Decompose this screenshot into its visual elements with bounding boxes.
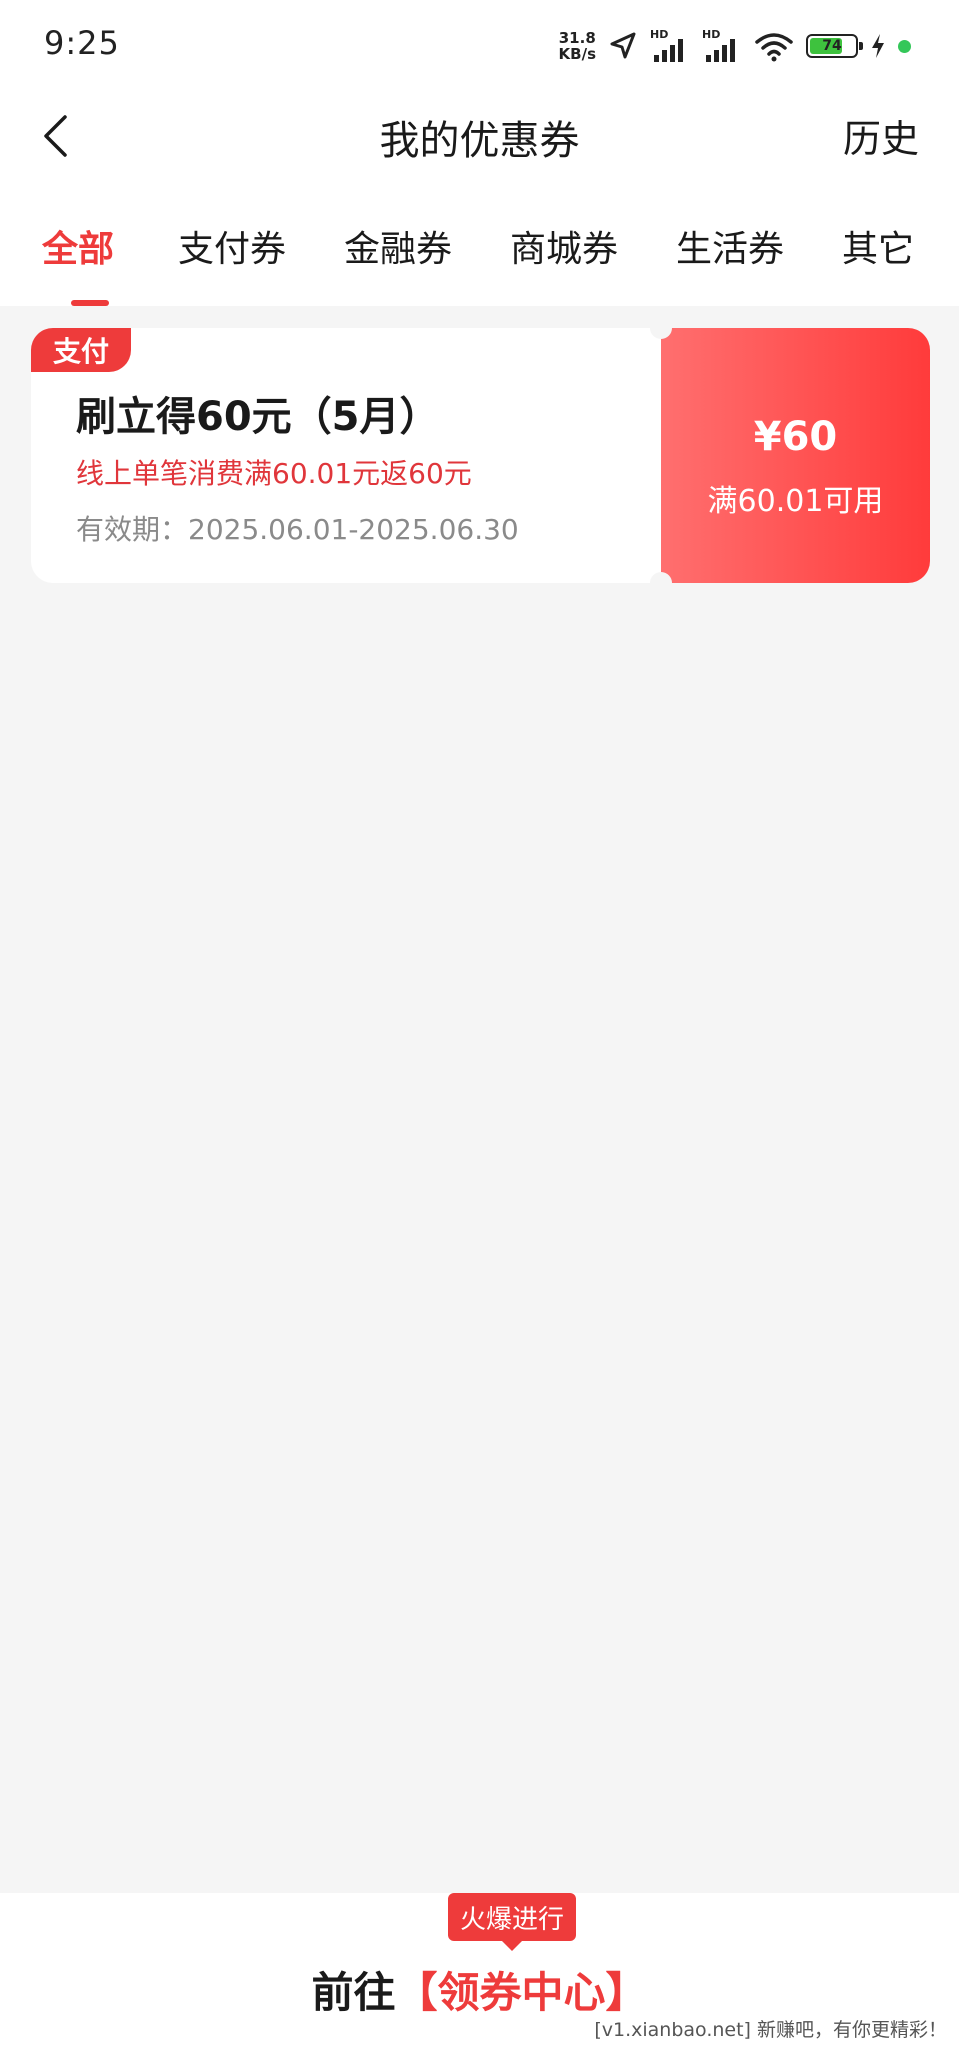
status-bar: 9:25 31.8 KB/s HD HD 74 [0,0,959,90]
chevron-left-icon [44,115,67,157]
history-button[interactable]: 历史 [843,108,919,163]
network-speed-unit: KB/s [558,45,596,63]
coupon-title: 刷立得60元（5月） [76,394,440,440]
tab-payment[interactable]: 支付券 [178,220,286,276]
tab-mall[interactable]: 商城券 [510,220,618,276]
coupon-amount: ¥60 [753,414,838,460]
signal-icon: HD [702,29,742,63]
network-speed: 31.8 KB/s [559,30,596,62]
nav-bar: 我的优惠券 历史 [0,90,959,182]
status-icons: 31.8 KB/s HD HD 74 [559,26,911,66]
bottom-bar: 火爆进行 前往【领券中心】 [v1.xianbao.net] 新赚吧，有你更精彩… [0,1893,959,2048]
wifi-icon [755,33,793,62]
coupon-condition: 满60.01可用 [707,484,884,519]
hot-badge: 火爆进行 [448,1893,576,1951]
battery-icon: 74 [806,34,863,58]
green-dot-icon [898,39,911,53]
battery-level: 74 [822,38,842,54]
charging-bolt-icon [872,34,884,58]
goto-coupon-center-button[interactable]: 前往【领券中心】 [0,1959,959,2020]
coupon-value-panel: ¥60 满60.01可用 [661,328,930,583]
tab-life[interactable]: 生活券 [676,220,784,276]
back-button[interactable] [30,110,82,162]
status-time: 9:25 [44,24,120,62]
coupon-notch [650,317,672,339]
tab-other[interactable]: 其它 [842,220,914,276]
signal-icon: HD [650,29,690,63]
tab-bar: 全部 支付券 金融券 商城券 生活券 其它 [0,182,959,306]
tab-all[interactable]: 全部 [42,220,114,276]
goto-prefix: 前往 [311,1968,396,2017]
coupon-description: 线上单笔消费满60.01元返60元 [76,457,472,490]
coupon-info: 支付 刷立得60元（5月） 线上单笔消费满60.01元返60元 有效期：2025… [31,328,661,583]
tab-finance[interactable]: 金融券 [344,220,452,276]
coupon-type-badge: 支付 [31,328,131,372]
goto-coupon-center-link: 【领券中心】 [395,1968,648,2017]
network-speed-value: 31.8 [558,29,596,47]
coupon-notch [650,572,672,594]
coupon-card[interactable]: 支付 刷立得60元（5月） 线上单笔消费满60.01元返60元 有效期：2025… [31,317,930,594]
watermark: [v1.xianbao.net] 新赚吧，有你更精彩！ [594,2019,947,2041]
page-title: 我的优惠券 [379,118,580,164]
tab-active-indicator [71,300,109,306]
location-arrow-icon [610,32,636,59]
coupon-validity: 有效期：2025.06.01-2025.06.30 [76,513,519,546]
